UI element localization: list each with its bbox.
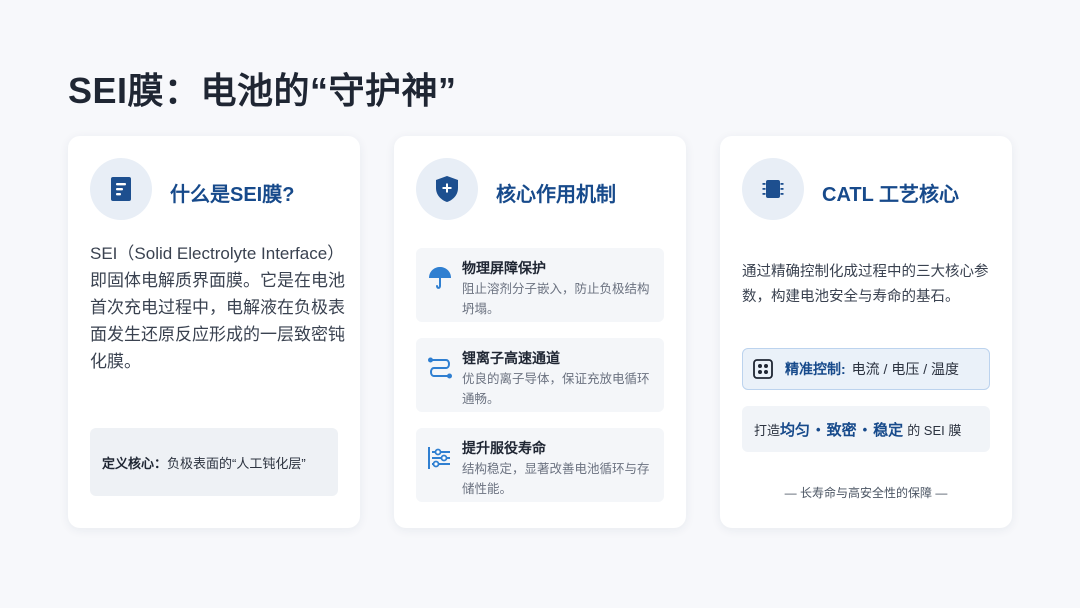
mechanism-item: 锂离子高速通道 优良的离子导体，保证充放电循环通畅。	[416, 338, 664, 412]
card1-icon-circle	[90, 158, 152, 220]
mechanism-title: 锂离子高速通道	[462, 350, 560, 366]
card3-description: 通过精确控制化成过程中的三大核心参数，构建电池安全与寿命的基石。	[742, 264, 989, 305]
card1-title: 什么是SEI膜?	[170, 184, 295, 206]
card-what-is-sei: 什么是SEI膜? SEI（Solid Electrolyte Interface…	[68, 136, 360, 528]
mechanism-desc: 优良的离子导体，保证充放电循环通畅。	[462, 372, 650, 406]
card-core-mechanism: 核心作用机制 物理屏障保护 阻止溶剂分子嵌入，防止负极结构坍塌。 锂离子高速通道…	[394, 136, 686, 528]
precise-control-box: 精准控制: 电流 / 电压 / 温度	[742, 348, 990, 390]
mechanism-item: 提升服役寿命 结构稳定，显著改善电池循环与存储性能。	[416, 428, 664, 502]
card2-title: 核心作用机制	[496, 184, 616, 206]
card2-icon-circle	[416, 158, 478, 220]
mechanism-title: 物理屏障保护	[462, 260, 546, 276]
precise-control-label: 精准控制:	[785, 361, 846, 377]
make-suffix: 的 SEI 膜	[907, 422, 962, 438]
card1-description: SEI（Solid Electrolyte Interface）即固体电解质界面…	[90, 244, 345, 371]
sliders-icon	[428, 447, 450, 469]
make-quality-box: 打造 均匀 • 致密 • 稳定 的 SEI 膜	[742, 406, 990, 452]
definition-label: 定义核心：	[102, 455, 168, 471]
shield-plus-icon	[436, 176, 458, 202]
document-icon	[111, 177, 131, 201]
card3-footer: — 长寿命与高安全性的保障 —	[784, 486, 948, 500]
page-title: SEI膜：电池的“守护神”	[68, 70, 457, 111]
definition-text: 负极表面的“人工钝化层”	[167, 455, 306, 471]
umbrella-icon	[429, 267, 451, 289]
make-word: 稳定	[873, 421, 904, 439]
definition-box: 定义核心： 负极表面的“人工钝化层”	[90, 428, 338, 496]
mechanism-title: 提升服役寿命	[462, 440, 546, 456]
make-dot: •	[816, 421, 821, 437]
card-catl-process: CATL 工艺核心 通过精确控制化成过程中的三大核心参数，构建电池安全与寿命的基…	[720, 136, 1012, 528]
mechanism-desc: 结构稳定，显著改善电池循环与存储性能。	[462, 462, 650, 496]
make-word: 均匀	[780, 421, 811, 439]
card3-title: CATL 工艺核心	[822, 184, 960, 206]
chip-icon	[762, 180, 784, 198]
make-prefix: 打造	[754, 422, 781, 438]
card3-icon-circle	[742, 158, 804, 220]
mechanism-item: 物理屏障保护 阻止溶剂分子嵌入，防止负极结构坍塌。	[416, 248, 664, 322]
precise-control-params: 电流 / 电压 / 温度	[851, 361, 960, 377]
control-panel-icon	[753, 359, 773, 379]
make-dot: •	[862, 421, 868, 437]
make-word: 致密	[826, 421, 857, 439]
route-icon	[428, 357, 452, 379]
mechanism-desc: 阻止溶剂分子嵌入，防止负极结构坍塌。	[462, 282, 650, 316]
